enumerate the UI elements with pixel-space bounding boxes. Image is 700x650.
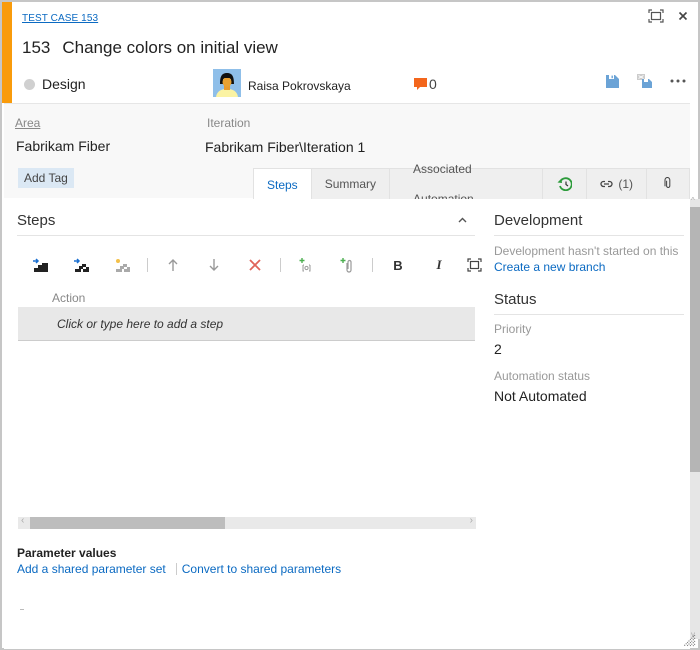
insert-step-icon[interactable] [24, 254, 56, 276]
tab-history[interactable] [543, 168, 588, 200]
italic-icon[interactable]: I [423, 254, 455, 276]
work-item-body: Steps B I Action Click or type here to a… [4, 199, 690, 649]
automation-status-field: Not Automated [494, 388, 587, 404]
header-toolbar [606, 74, 686, 88]
close-icon[interactable] [678, 11, 688, 21]
tab-links[interactable]: (1) [587, 168, 647, 200]
work-item-header: TEST CASE 153 153 Change colors on initia… [2, 2, 698, 103]
action-column-header: Action [52, 291, 86, 305]
toolbar-separator [147, 258, 148, 272]
move-up-icon[interactable] [157, 254, 189, 276]
collapse-steps-icon[interactable] [458, 217, 467, 223]
area-label: Area [15, 116, 40, 130]
assigned-to-field[interactable]: Raisa Pokrovskaya [248, 79, 351, 93]
state-indicator-icon [24, 79, 35, 90]
create-shared-steps-icon[interactable] [106, 254, 138, 276]
work-item-title-text[interactable]: Change colors on initial view [62, 38, 277, 57]
fullscreen-icon[interactable] [458, 254, 490, 276]
add-tag-button[interactable]: Add Tag [18, 168, 74, 188]
tab-attachments[interactable] [647, 168, 690, 200]
area-label-text: Area [15, 116, 41, 130]
insert-shared-steps-icon[interactable] [65, 254, 97, 276]
empty-parameters-placeholder [20, 609, 24, 610]
horizontal-scroll-thumb[interactable] [30, 517, 225, 529]
attach-file-icon[interactable] [331, 254, 363, 276]
work-item-type-link[interactable]: TEST CASE 153 [22, 13, 98, 24]
vertical-scrollbar[interactable]: ^ v [690, 196, 700, 639]
status-divider [494, 314, 684, 315]
iteration-field[interactable]: Fabrikam Fiber\Iteration 1 [205, 139, 365, 155]
toolbar-separator [280, 258, 281, 272]
work-item-fields: Area Fabrikam Fiber Iteration Fabrikam F… [4, 103, 690, 206]
add-attachment-icon[interactable] [290, 254, 322, 276]
development-section-title: Development [494, 212, 583, 229]
bold-icon[interactable]: B [382, 254, 414, 276]
link-icon [600, 180, 613, 188]
scroll-right-icon[interactable]: › [470, 515, 473, 526]
discussion-count[interactable]: 0 [414, 76, 437, 92]
tab-steps[interactable]: Steps [253, 168, 312, 200]
add-shared-parameter-set-link[interactable]: Add a shared parameter set [17, 562, 166, 576]
discussion-icon [414, 77, 427, 90]
work-item-title[interactable]: 153 Change colors on initial view [22, 38, 278, 58]
maximize-icon[interactable] [648, 9, 664, 23]
development-message: Development hasn't started on this [494, 244, 679, 258]
attachment-icon [664, 177, 671, 188]
link-separator [175, 563, 177, 575]
more-actions-icon[interactable] [670, 79, 686, 83]
work-item-id: 153 [22, 38, 51, 57]
assignee-avatar [213, 69, 241, 97]
automation-status-label: Automation status [494, 369, 591, 383]
convert-to-shared-parameters-link[interactable]: Convert to shared parameters [182, 562, 341, 576]
parameter-links: Add a shared parameter set Convert to sh… [17, 562, 341, 576]
window-controls [648, 9, 688, 23]
priority-label: Priority [494, 322, 532, 336]
status-section-title: Status [494, 291, 537, 308]
work-item-type-color-bar [2, 2, 12, 103]
steps-divider [17, 235, 475, 236]
area-field[interactable]: Fabrikam Fiber [16, 138, 110, 154]
vertical-scroll-thumb[interactable] [690, 207, 700, 472]
links-count: (1) [618, 177, 633, 191]
tab-associated-automation[interactable]: Associated Automation [390, 162, 544, 206]
delete-step-icon[interactable] [239, 254, 271, 276]
state-field[interactable]: Design [42, 76, 86, 92]
create-new-branch-link[interactable]: Create a new branch [494, 260, 605, 274]
work-item-tabs: Steps Summary Associated Automation (1) [253, 162, 690, 206]
toolbar-separator [372, 258, 373, 272]
scroll-left-icon[interactable]: ‹ [21, 515, 24, 526]
tab-summary[interactable]: Summary [311, 168, 391, 200]
parameter-values-title: Parameter values [17, 546, 117, 560]
work-item-status-row: Design Raisa Pokrovskaya 0 [22, 69, 692, 97]
development-divider [494, 235, 684, 236]
discussion-count-value: 0 [429, 76, 437, 92]
iteration-label: Iteration [207, 116, 251, 130]
save-and-close-icon[interactable] [637, 74, 652, 88]
move-down-icon[interactable] [198, 254, 230, 276]
resize-grip-icon[interactable] [683, 634, 696, 647]
scroll-up-icon[interactable]: ^ [691, 196, 695, 205]
save-icon[interactable] [606, 74, 619, 88]
steps-section-title: Steps [17, 212, 56, 229]
steps-horizontal-scrollbar[interactable]: ‹ › [18, 515, 476, 529]
add-step-input[interactable]: Click or type here to add a step [18, 307, 475, 341]
test-case-dialog: TEST CASE 153 153 Change colors on initia… [0, 0, 700, 650]
history-icon [557, 177, 573, 191]
steps-toolbar: B I [24, 254, 490, 276]
priority-field[interactable]: 2 [494, 341, 502, 357]
